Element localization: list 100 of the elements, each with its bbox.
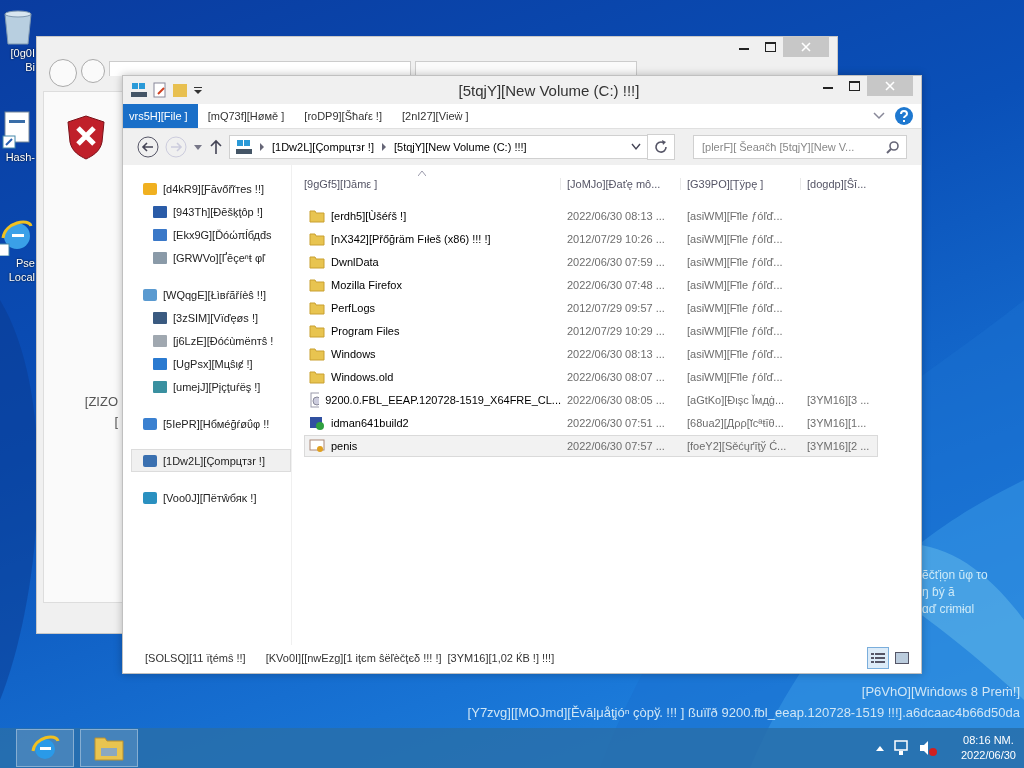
- desktop-icon-label: Local: [8, 270, 35, 284]
- nav-item[interactable]: [WQqgE][Łìвŕãříèŝ !!]: [131, 283, 291, 306]
- file-row[interactable]: Mozilla Firefox 2022/06/30 07:48 ... [asiWM][Fĭle ƒóľď...: [304, 274, 878, 296]
- certificate-icon: [309, 438, 325, 454]
- date-cell-text: 2022/06/30 07:51 ...: [566, 417, 666, 429]
- chevron-down-icon[interactable]: [631, 143, 641, 151]
- file-name: Program Files: [331, 325, 400, 337]
- nav-item[interactable]: [3zSIM][Vïďęøs !]: [131, 306, 291, 329]
- nav-item[interactable]: [Ekx9G][Ďóώπĺбдđs: [131, 223, 291, 246]
- file-name: penis: [331, 440, 358, 452]
- file-row[interactable]: [nX342][Přőğräm Fıłeš (x86) !!! !] 2012/07/29 10:26 ... [asiWM][Fĭle ƒóľď...: [304, 228, 878, 250]
- date-cell-text: 2012/07/29 10:26 ...: [566, 233, 666, 245]
- details-view-button[interactable]: [867, 647, 889, 669]
- chevron-up-icon[interactable]: [874, 744, 885, 752]
- file-name: [nX342][Přőğräm Fıłeš (x86) !!! !]: [331, 233, 491, 245]
- maximize-icon: [764, 42, 776, 52]
- date-cell-text: 2022/06/30 07:57 ...: [566, 440, 666, 452]
- chevron-right-icon: [259, 143, 265, 151]
- drive-icon: [236, 139, 252, 155]
- date-cell-text: 2022/06/30 08:07 ...: [566, 371, 666, 383]
- file-row[interactable]: Windows.old 2022/06/30 08:07 ... [asiWM][Fĭle ƒóľď...: [304, 366, 878, 388]
- ribbon-tab[interactable]: vrs5H][File ]: [123, 104, 198, 128]
- item-count: [SOLSQ][11 ïţéms̑ !!]: [145, 652, 246, 664]
- file-name: Windows.old: [331, 371, 394, 383]
- file-row[interactable]: 9200.0.FBL_EEAP.120728-1519_X64FRE_CL... 2022/06/30 08:05 ... [aGtKo][Ðιşϲ Ĭмдġ... [3YM16][3 ...: [304, 389, 878, 411]
- window-title: [5tqjY][New Volume (C:) !!!]: [457, 81, 641, 99]
- properties-icon[interactable]: [153, 82, 167, 98]
- date-cell-text: 2022/06/30 07:48 ...: [566, 279, 666, 291]
- file-name: PerfLogs: [331, 302, 376, 314]
- clock-time[interactable]: 08:16 NM.: [963, 733, 1014, 748]
- edition-watermark-text: [P6VhO][Wiṅdows 8 Preṁ!]: [861, 684, 1020, 699]
- date-cell-text: 2022/06/30 08:13 ...: [566, 348, 666, 360]
- desktop-text: ẽčťịọn ŭφ το: [922, 568, 988, 582]
- size-cell-text: [3YM16][3 ...: [806, 394, 871, 406]
- nav-item[interactable]: [Voo0J][Пётŵбяκ !]: [131, 486, 291, 509]
- type-cell-text: [asiWM][Fĭle ƒóľď...: [686, 348, 784, 360]
- type-cell-text: [asiWM][Fĭle ƒóľď...: [686, 371, 784, 383]
- file-name: idman641build2: [331, 417, 409, 429]
- file-row[interactable]: DwnlData 2022/06/30 07:59 ... [asiWM][Fĭle ƒóľď...: [304, 251, 878, 273]
- column-header[interactable]: [9gGf5][Ŋāmε ]: [304, 178, 560, 190]
- file-name: DwnlData: [331, 256, 379, 268]
- desktop-icon-label: Pse: [16, 256, 35, 270]
- refresh-button[interactable]: [647, 134, 675, 160]
- nav-item[interactable]: [5IePR][Hбмéğŕøΰφ !!: [131, 412, 291, 435]
- size-cell-text: [3YM16][1...: [806, 417, 868, 429]
- desktop-text: ɑď crɨmɨɑl: [922, 602, 976, 616]
- file-row[interactable]: penis 2022/06/30 07:57 ... [foeY2][Sěćųґīţў Ć... [3YM16][2 ...: [304, 435, 878, 457]
- date-cell-text: 2022/06/30 07:59 ...: [566, 256, 666, 268]
- desktop-icon-label: [0g0I: [10, 46, 35, 60]
- file-row[interactable]: idman641build2 2022/06/30 07:51 ... [68ua2][Дρρ[ĭсªŧīθ... [3YM16][1...: [304, 412, 878, 434]
- nav-item[interactable]: [GRWVo][Ґēçeⁿŧ φľ: [131, 246, 291, 269]
- ribbon-tab[interactable]: [roDP9][Šħaŕε !]: [294, 104, 392, 128]
- type-cell-text: [asiWM][Fĭle ƒóľď...: [686, 210, 784, 222]
- up-arrow-icon[interactable]: [209, 139, 223, 155]
- drive-icon[interactable]: [131, 82, 147, 98]
- column-header[interactable]: [dogdp][Ŝī...: [800, 178, 876, 190]
- speaker-muted-icon[interactable]: [918, 740, 937, 756]
- nav-item[interactable]: [1Dw2L][Çompцтзr !]: [131, 449, 291, 472]
- selection-info: [KVo0I][[nwEzg][1 iţєm ŝëľèčţєδ !!! !]: [265, 652, 442, 664]
- disc-image-icon: [309, 392, 320, 408]
- type-cell-text: [68ua2][Дρρ[ĭсªŧīθ...: [686, 417, 785, 429]
- clock-date[interactable]: 2022/06/30: [960, 748, 1016, 763]
- dialog-text: [: [114, 413, 118, 431]
- file-row[interactable]: Windows 2022/06/30 08:13 ... [asiWM][Fĭle ƒóľď...: [304, 343, 878, 365]
- type-cell-text: [asiWM][Fĭle ƒóľď...: [686, 325, 784, 337]
- search-field[interactable]: [plerF][ Šeaяčħ [5tqjY][New V...: [693, 135, 907, 159]
- nav-item[interactable]: [d4kR9][Ƒāvőřĩтes !!]: [131, 177, 291, 200]
- desktop-text: ŋ ɓý ă: [922, 585, 956, 599]
- ribbon-tab[interactable]: [mQ73f][Høмě ]: [197, 104, 295, 128]
- ribbon-tab[interactable]: [2nI27][Vіеẅ ]: [392, 104, 479, 128]
- close-icon: [885, 81, 895, 91]
- breadcrumb-item[interactable]: [1Dw2L][Çompцтзr !]: [272, 141, 374, 153]
- file-name: Mozilla Firefox: [331, 279, 402, 291]
- nav-item[interactable]: [umejJ][Pįçţuŕëş !]: [131, 375, 291, 398]
- selection-size: [3YM16][1,02 ЌB !] !!!]: [447, 652, 555, 664]
- date-cell-text: 2012/07/29 10:29 ...: [566, 325, 666, 337]
- file-row[interactable]: PerfLogs 2012/07/29 09:57 ... [asiWM][Fĭle ƒóľď...: [304, 297, 878, 319]
- type-cell-text: [asiWM][Fĭle ƒóľď...: [686, 233, 784, 245]
- dropdown-icon[interactable]: [193, 85, 203, 95]
- type-cell-text: [asiWM][Fĭle ƒóľď...: [686, 279, 784, 291]
- help-icon[interactable]: [895, 107, 913, 125]
- dialog-text: [ZIZO: [84, 393, 118, 411]
- type-cell-text: [asiWM][Fĭle ƒóľď...: [686, 256, 784, 268]
- type-cell-text: [asiWM][Fĭle ƒóľď...: [686, 302, 784, 314]
- file-name: Windows: [331, 348, 376, 360]
- nav-item[interactable]: [j6LzE][Ðóćùmënтŝ !: [131, 329, 291, 352]
- file-name: [erdh5][Ùšéŕš !]: [331, 210, 407, 222]
- column-header[interactable]: [JoMJo][Ðaťę mô...: [560, 178, 680, 190]
- date-cell-text: 2022/06/30 08:13 ...: [566, 210, 666, 222]
- nav-item[interactable]: [UgPsx][Mцŝιȼ !]: [131, 352, 291, 375]
- address-field[interactable]: [1Dw2L][Çompцтзr !] [5tqjY][New Volume (C:) !!!]: [229, 135, 648, 159]
- details-view-icon: [871, 652, 885, 664]
- file-name: 9200.0.FBL_EEAP.120728-1519_X64FRE_CL...: [325, 394, 561, 406]
- file-row[interactable]: Program Files 2012/07/29 10:29 ... [asiWM][Fĭle ƒóľď...: [304, 320, 878, 342]
- column-header[interactable]: [G39PO][Ţÿpę ]: [680, 178, 800, 190]
- back-button[interactable]: [137, 136, 159, 158]
- file-row[interactable]: [erdh5][Ùšéŕš !] 2022/06/30 08:13 ... [asiWM][Fĭle ƒóľď...: [304, 205, 878, 227]
- breadcrumb-item[interactable]: [5tqjY][New Volume (C:) !!!]: [393, 141, 527, 153]
- large-icons-view-icon: [895, 652, 909, 664]
- nav-item[interactable]: [943Th][Ðēšķţôp !]: [131, 200, 291, 223]
